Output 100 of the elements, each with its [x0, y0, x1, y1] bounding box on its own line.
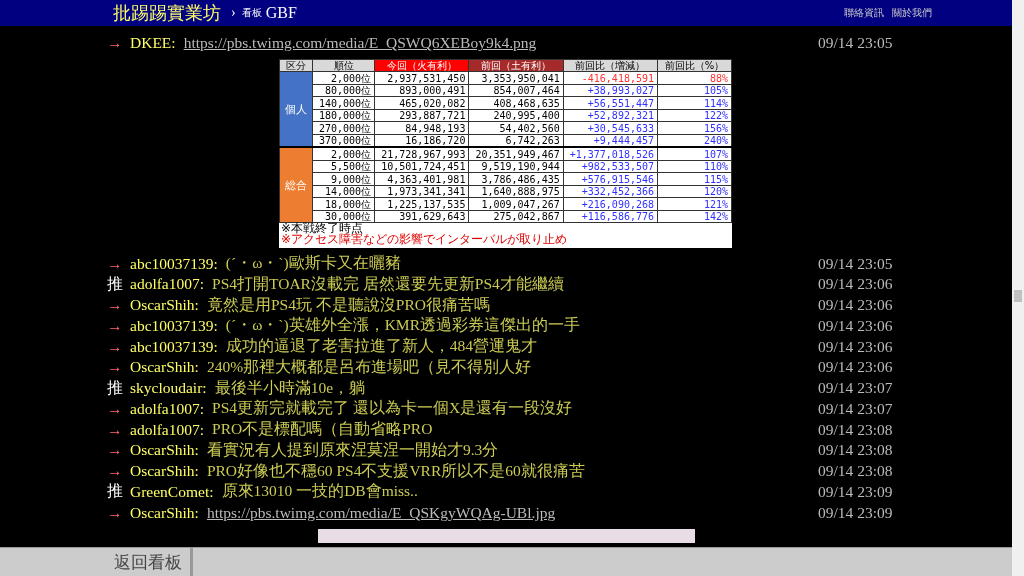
- table-cell: 3,353,950,041: [468, 71, 564, 85]
- comment-text: PRO好像也不穩60 PS4不支援VRR所以不是60就很痛苦: [206, 460, 586, 481]
- table-cell: 115%: [657, 172, 732, 186]
- push-tag: 推: [107, 273, 130, 295]
- table-cell: 1,973,341,341: [374, 185, 469, 198]
- site-title[interactable]: 批踢踢實業坊: [113, 1, 221, 25]
- table-cell: 114%: [657, 96, 732, 110]
- table-cell: +52,892,321: [563, 109, 658, 122]
- link[interactable]: https://pbs.twimg.com/media/E_QSWQ6XEBoy9k4.png: [183, 34, 818, 53]
- link[interactable]: https://pbs.twimg.com/media/E_QSKgyWQAg-UBl.jpg: [206, 503, 818, 522]
- table-cell: 18,000位: [312, 197, 375, 211]
- table-cell: 107%: [657, 147, 732, 161]
- table-cell: +30,545,633: [563, 121, 658, 135]
- table-cell: -416,418,591: [563, 71, 658, 85]
- user-id: abc10037139:: [130, 337, 218, 356]
- arrow-tag: →: [107, 337, 130, 356]
- user-id: abc10037139:: [130, 254, 218, 273]
- board-label: 看板: [241, 6, 262, 20]
- comment-text: (´・ω・`)英雄外全漲，KMR透過彩券這傑出的一手: [225, 315, 581, 336]
- arrow-tag: →: [107, 399, 130, 418]
- table-cell: 1,009,047,267: [468, 197, 564, 211]
- arrow-tag: →: [107, 296, 130, 315]
- table-cell: 2,937,531,450: [374, 71, 469, 85]
- table-cell: 122%: [657, 109, 732, 122]
- table-cell: 391,629,643: [374, 210, 469, 223]
- table-cell: 854,007,464: [468, 84, 564, 97]
- table-cell: 10,501,724,451: [374, 160, 469, 173]
- user-id: DKEE:: [130, 34, 176, 53]
- user-id: OscarShih:: [130, 296, 199, 315]
- table-cell: +332,452,366: [563, 185, 658, 198]
- comment-text: 原來13010 一技的DB會miss..: [221, 481, 419, 502]
- table-cell: 88%: [657, 71, 732, 85]
- comment-text: PRO不是標配嗎（自動省略PRO: [212, 419, 434, 440]
- group-cell: 個人: [279, 71, 313, 148]
- table-cell: +1,377,018,526: [563, 147, 658, 161]
- board-name[interactable]: GBF: [265, 4, 297, 22]
- column-header: 今回（火有利）: [374, 59, 469, 72]
- user-id: OscarShih:: [130, 358, 199, 377]
- comment-text: 竟然是用PS4玩 不是聽說沒PRO很痛苦嗎: [206, 294, 491, 315]
- user-id: OscarShih:: [130, 503, 199, 522]
- timestamp: 09/14 23:06: [818, 358, 894, 377]
- timestamp: 09/14 23:05: [818, 34, 894, 53]
- arrow-tag: →: [107, 503, 130, 522]
- timestamp: 09/14 23:09: [818, 503, 894, 522]
- scrollbar-thumb[interactable]: [1014, 290, 1022, 302]
- table-note: ※アクセス障害などの影響でインターバルが取り止め: [279, 234, 569, 246]
- timestamp: 09/14 23:09: [818, 482, 894, 501]
- table-cell: 30,000位: [312, 210, 375, 223]
- user-id: adolfa1007:: [130, 275, 205, 294]
- table-cell: 140,000位: [312, 96, 375, 110]
- header-link[interactable]: 關於我們: [892, 6, 932, 20]
- timestamp: 09/14 23:06: [818, 296, 894, 315]
- column-header: 前回（土有利）: [468, 59, 564, 72]
- table-cell: 2,000位: [312, 71, 375, 85]
- table-cell: 2,000位: [312, 147, 375, 161]
- table-cell: 293,887,721: [374, 109, 469, 122]
- table-cell: 5,500位: [312, 160, 375, 173]
- arrow-tag: →: [107, 420, 130, 439]
- table-cell: 14,000位: [312, 185, 375, 198]
- table-cell: 3,786,486,435: [468, 172, 564, 186]
- comment-text: (´・ω・`)歐斯卡又在曬豬: [225, 253, 402, 274]
- push-tag: 推: [107, 481, 130, 503]
- timestamp: 09/14 23:06: [818, 337, 894, 356]
- header-link[interactable]: 聯絡資訊: [844, 6, 884, 20]
- comment-text: PS4打開TOAR沒載完 居然還要先更新PS4才能繼續: [212, 273, 565, 294]
- timestamp: 09/14 23:06: [818, 316, 894, 335]
- user-id: GreenComet:: [130, 482, 214, 501]
- timestamp: 09/14 23:07: [818, 379, 894, 398]
- table-cell: 21,728,967,993: [374, 147, 469, 161]
- table-cell: 110%: [657, 160, 732, 173]
- user-id: abc10037139:: [130, 316, 218, 335]
- user-id: adolfa1007:: [130, 399, 205, 418]
- column-header: 順位: [312, 59, 375, 72]
- timestamp: 09/14 23:08: [818, 462, 894, 481]
- timestamp: 09/14 23:06: [818, 275, 894, 294]
- back-to-board-button[interactable]: 返回看板: [100, 548, 193, 576]
- user-id: OscarShih:: [130, 441, 199, 460]
- table-cell: 893,000,491: [374, 84, 469, 97]
- table-cell: 156%: [657, 121, 732, 135]
- arrow-tag: →: [107, 441, 130, 460]
- breadcrumb-separator: ›: [231, 5, 236, 21]
- comment-text: 看實況有人提到原來涅莫涅一開始才9.3分: [206, 439, 500, 460]
- table-cell: 142%: [657, 210, 732, 223]
- table-cell: 54,402,560: [468, 121, 564, 135]
- table-cell: 9,519,190,944: [468, 160, 564, 173]
- timestamp: 09/14 23:07: [818, 399, 894, 418]
- timestamp: 09/14 23:08: [818, 441, 894, 460]
- table-cell: 120%: [657, 185, 732, 198]
- table-cell: +38,993,027: [563, 84, 658, 97]
- table-cell: 240,995,400: [468, 109, 564, 122]
- comment-text: 成功的逼退了老害拉進了新人，484營運鬼才: [225, 336, 539, 357]
- table-cell: 465,020,082: [374, 96, 469, 110]
- user-id: OscarShih:: [130, 462, 199, 481]
- user-id: skycloudair:: [130, 379, 207, 398]
- arrow-tag: →: [107, 358, 130, 377]
- table-cell: +982,533,507: [563, 160, 658, 173]
- table-cell: 270,000位: [312, 121, 375, 135]
- arrow-tag: →: [107, 462, 130, 481]
- timestamp: 09/14 23:08: [818, 420, 894, 439]
- scrollbar[interactable]: [1012, 0, 1024, 576]
